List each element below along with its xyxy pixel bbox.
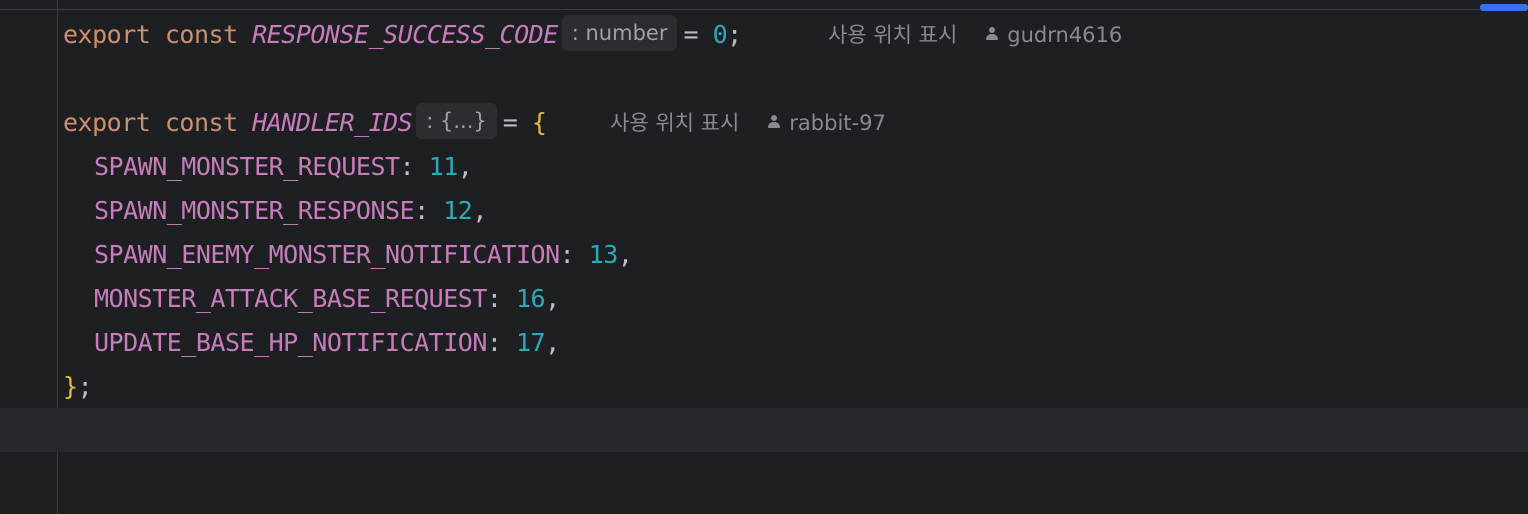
- property-key[interactable]: SPAWN_ENEMY_MONSTER_NOTIFICATION: [94, 240, 560, 269]
- open-brace: {: [531, 108, 547, 137]
- code-editor[interactable]: export const RESPONSE_SUCCESS_CODE: numb…: [0, 0, 1528, 514]
- author-link[interactable]: gudrn4616: [1007, 23, 1122, 47]
- property-key[interactable]: MONSTER_ATTACK_BASE_REQUEST: [94, 284, 487, 313]
- colon: :: [414, 196, 444, 225]
- semicolon: ;: [727, 20, 742, 49]
- code-vision-line-1: 사용 위치 표시 gudrn4616: [828, 13, 1122, 57]
- property-key[interactable]: SPAWN_MONSTER_REQUEST: [94, 152, 400, 181]
- comma: ,: [617, 240, 633, 269]
- number-literal: 17: [516, 328, 546, 357]
- comma: ,: [545, 284, 560, 313]
- colon: :: [486, 328, 516, 357]
- code-line-7[interactable]: MONSTER_ATTACK_BASE_REQUEST: 16,: [94, 277, 560, 321]
- constant-name[interactable]: HANDLER_IDS: [252, 108, 413, 137]
- constant-name[interactable]: RESPONSE_SUCCESS_CODE: [252, 20, 558, 49]
- number-literal: 0: [712, 20, 728, 49]
- type-inlay-hint[interactable]: : number: [561, 15, 678, 51]
- show-usages-link[interactable]: 사용 위치 표시: [610, 111, 739, 135]
- keyword-export-const: export const: [63, 20, 253, 49]
- editor-top-border: [0, 9, 1528, 10]
- colon: :: [399, 152, 429, 181]
- colon: :: [559, 240, 589, 269]
- assign-operator: =: [502, 108, 532, 137]
- code-line-4[interactable]: SPAWN_MONSTER_REQUEST: 11,: [94, 145, 473, 189]
- user-icon: [767, 115, 781, 129]
- colon: :: [486, 284, 516, 313]
- scroll-position-indicator[interactable]: [1480, 4, 1528, 11]
- current-line-highlight: [0, 408, 1528, 452]
- code-line-5[interactable]: SPAWN_MONSTER_RESPONSE: 12,: [94, 189, 487, 233]
- number-literal: 13: [588, 240, 619, 269]
- show-usages-link[interactable]: 사용 위치 표시: [828, 23, 957, 47]
- property-key[interactable]: SPAWN_MONSTER_RESPONSE: [94, 196, 415, 225]
- code-line-3[interactable]: export const HANDLER_IDS: {...} = {: [63, 101, 547, 145]
- comma: ,: [457, 152, 473, 181]
- comma: ,: [545, 328, 560, 357]
- code-line-1[interactable]: export const RESPONSE_SUCCESS_CODE: numb…: [63, 13, 742, 57]
- property-key[interactable]: UPDATE_BASE_HP_NOTIFICATION: [94, 328, 487, 357]
- close-brace: }: [63, 372, 78, 401]
- code-line-9[interactable]: };: [63, 365, 93, 409]
- assign-operator: =: [683, 20, 713, 49]
- author-link[interactable]: rabbit-97: [789, 111, 886, 135]
- type-inlay-hint[interactable]: : {...}: [416, 103, 497, 139]
- number-literal: 11: [428, 152, 459, 181]
- number-literal: 16: [516, 284, 546, 313]
- number-literal: 12: [443, 196, 473, 225]
- code-vision-line-3: 사용 위치 표시 rabbit-97: [610, 101, 886, 145]
- comma: ,: [472, 196, 487, 225]
- keyword-export-const: export const: [63, 108, 253, 137]
- user-icon: [985, 27, 999, 41]
- code-line-6[interactable]: SPAWN_ENEMY_MONSTER_NOTIFICATION: 13,: [94, 233, 633, 277]
- code-line-8[interactable]: UPDATE_BASE_HP_NOTIFICATION: 17,: [94, 321, 560, 365]
- semicolon: ;: [77, 372, 93, 401]
